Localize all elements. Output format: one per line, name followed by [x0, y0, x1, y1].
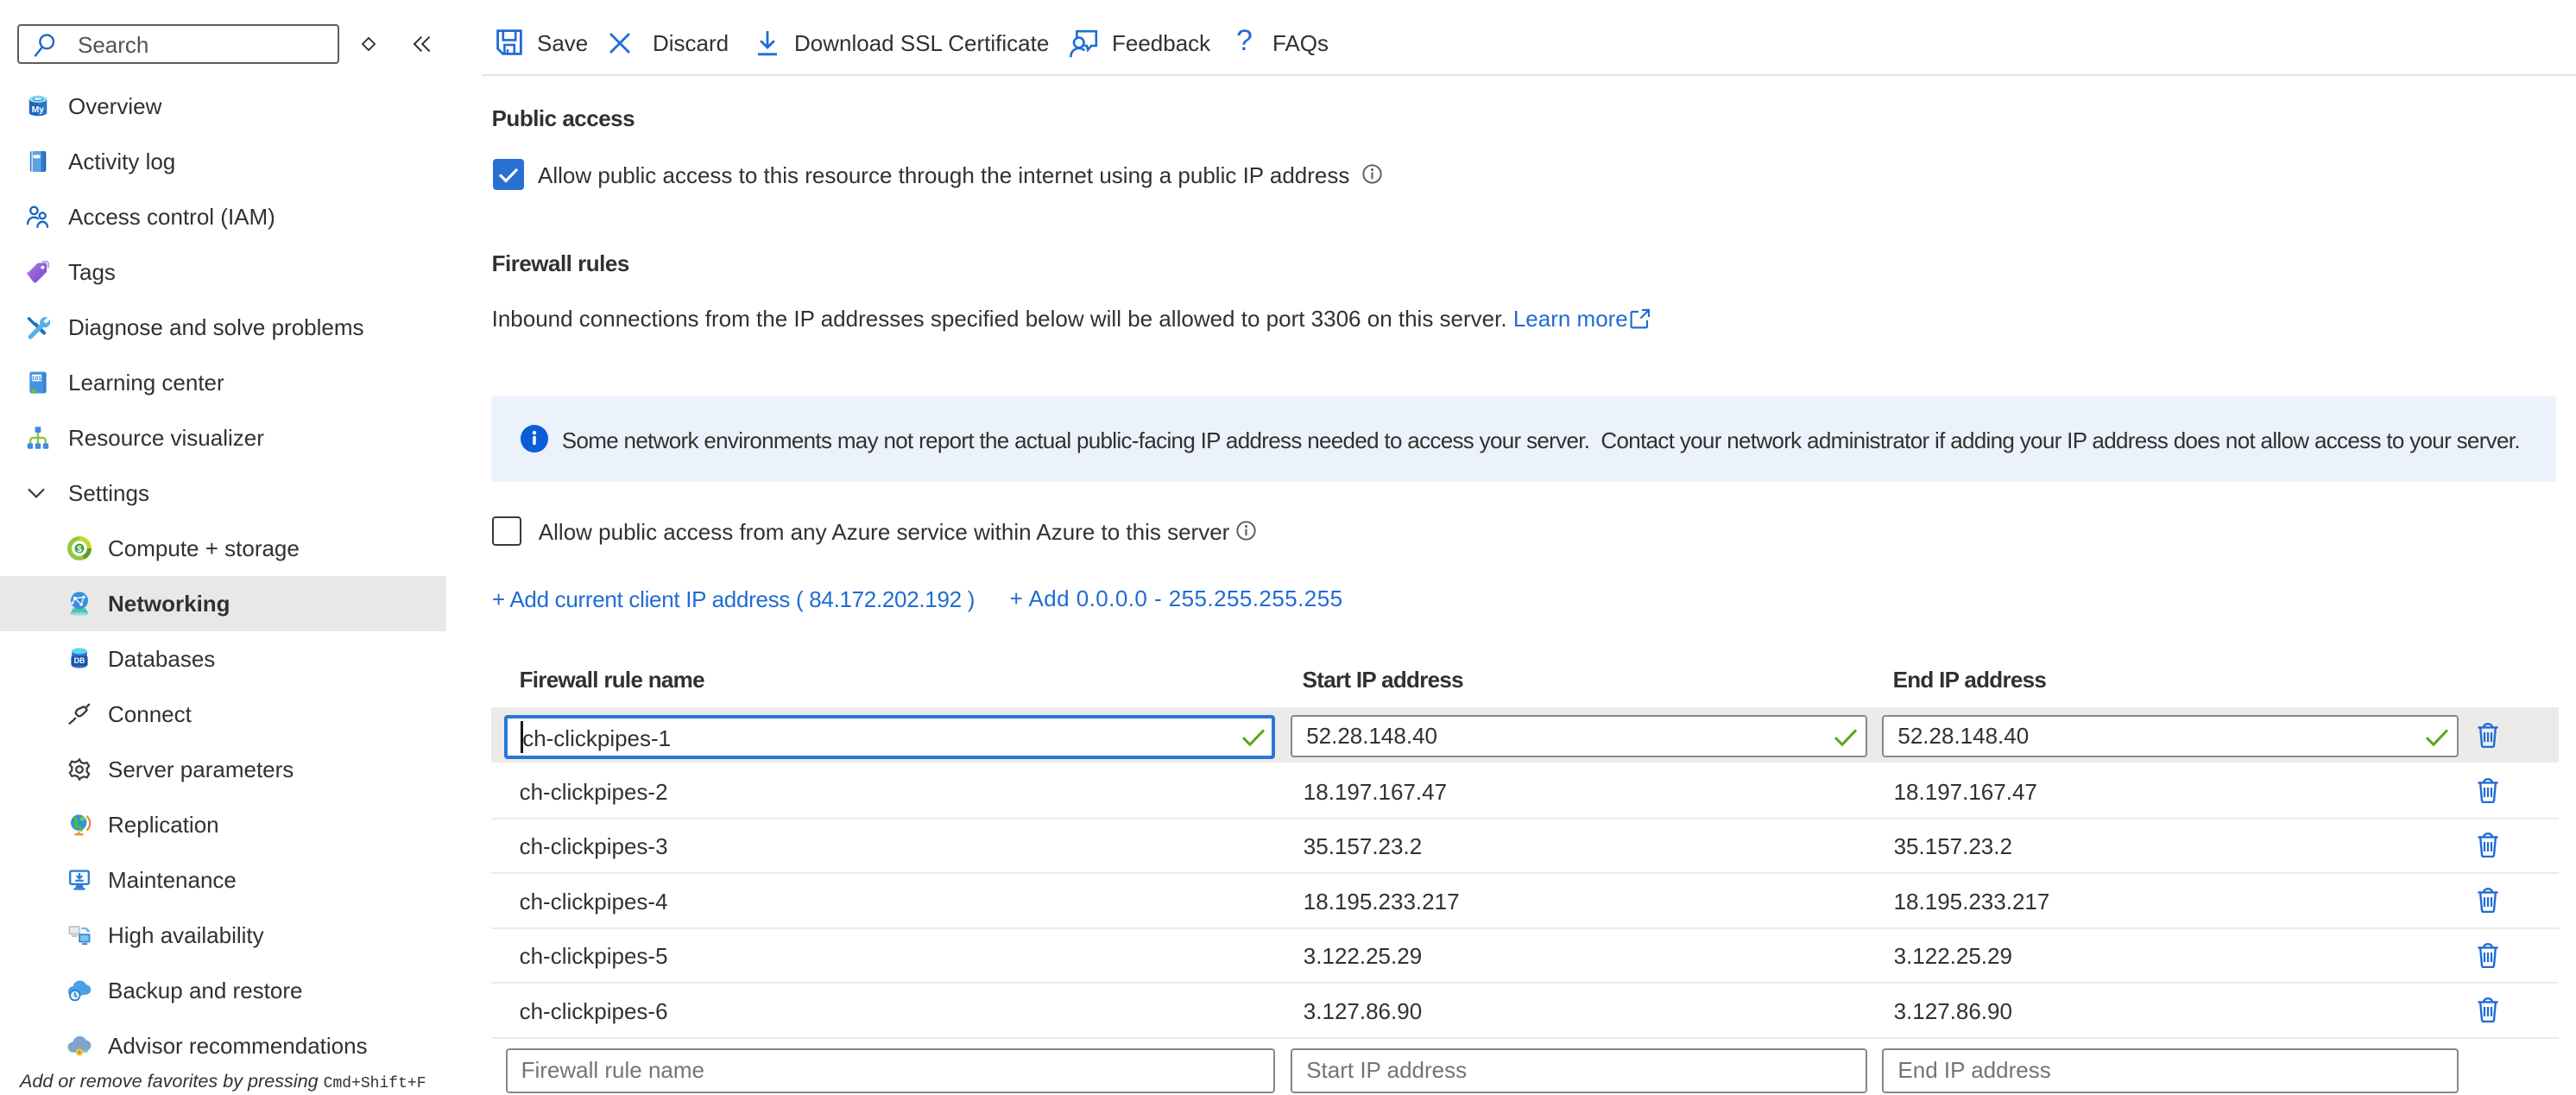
svg-text:My: My — [32, 105, 45, 115]
svg-text:$: $ — [77, 545, 82, 554]
svg-text:101: 101 — [32, 376, 42, 382]
svg-text:DB: DB — [74, 656, 85, 665]
